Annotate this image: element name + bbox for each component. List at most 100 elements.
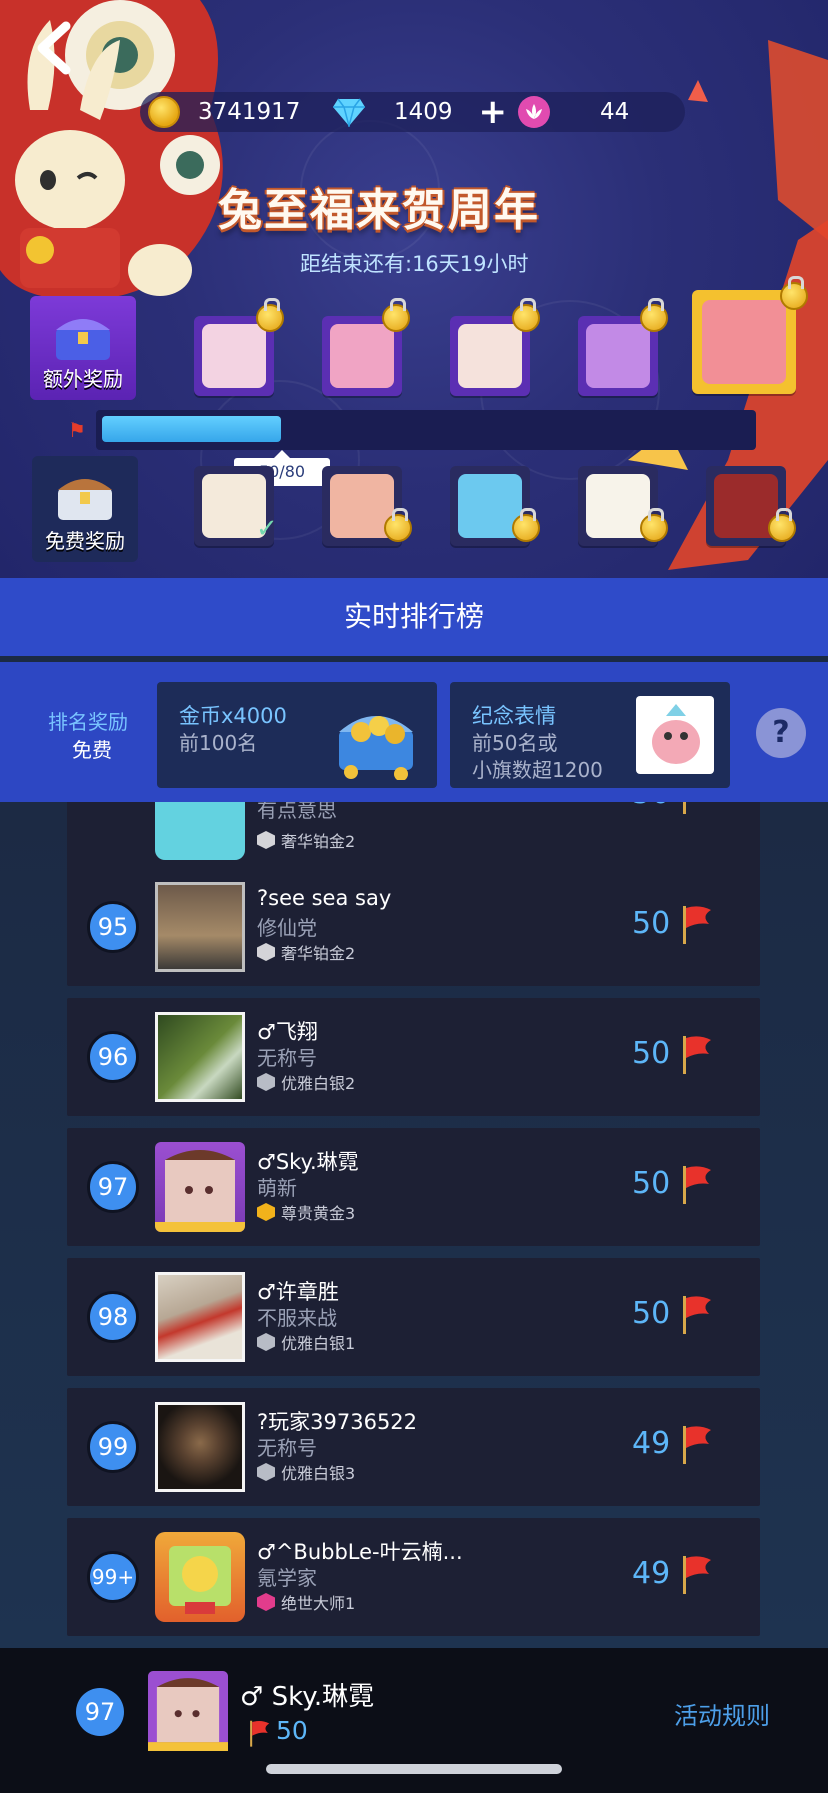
rank-badge: 97: [87, 1161, 139, 1213]
ranking-reward-label: 排名奖励: [48, 710, 128, 734]
reward-tile-5[interactable]: [692, 276, 808, 394]
reward-card-title: 金币x4000: [179, 704, 287, 728]
player-tier: 绝世大师1: [257, 1590, 355, 1614]
player-score: 50: [632, 1296, 671, 1331]
avatar: [155, 802, 245, 860]
tier-icon: [257, 831, 275, 849]
lotus-balance: 44: [518, 92, 629, 132]
my-rank-badge: 97: [76, 1688, 124, 1736]
avatar: [155, 1142, 245, 1232]
lock-icon: [384, 508, 412, 542]
reward-card-coins[interactable]: 金币x4000 前100名: [157, 682, 437, 788]
lotus-count: 44: [600, 99, 630, 125]
avatar: [155, 1532, 245, 1622]
tier-icon: [257, 1333, 275, 1351]
lock-icon: [780, 276, 808, 310]
reward-card-emote[interactable]: 纪念表情 前50名或 小旗数超1200: [450, 682, 730, 788]
rank-badge: 98: [87, 1291, 139, 1343]
tier-icon: [257, 1463, 275, 1481]
diamond-icon: [333, 98, 365, 127]
coin-balance: 3741917: [148, 92, 300, 132]
table-row[interactable]: 有点意思 奢华铂金2 50: [67, 802, 760, 874]
table-row[interactable]: 96 ♂飞翔 无称号 优雅白银2 50: [67, 998, 760, 1116]
coin-icon: [148, 96, 180, 128]
lock-icon: [512, 508, 540, 542]
free-tile-1[interactable]: ✓: [194, 466, 278, 546]
gold-chest-icon: [339, 716, 413, 780]
checkmark-icon: ✓: [256, 514, 278, 544]
emote-sticker-icon: [636, 696, 714, 774]
player-tier: 优雅白银3: [257, 1460, 355, 1484]
gem-count: 1409: [394, 99, 453, 125]
red-flag-icon: [683, 1296, 711, 1334]
free-tile-4[interactable]: [578, 466, 668, 546]
table-row[interactable]: 99 ?玩家39736522 无称号 优雅白银3 49: [67, 1388, 760, 1506]
tier-icon: [257, 1073, 275, 1091]
my-avatar: [148, 1670, 228, 1752]
red-flag-icon: [683, 1166, 711, 1204]
reward-tile-2[interactable]: [322, 298, 410, 396]
reward-tile-1[interactable]: [194, 298, 284, 396]
reward-tile-4[interactable]: [578, 298, 668, 396]
rank-badge: 99+: [87, 1551, 139, 1603]
character-portrait-icon: [458, 324, 522, 388]
player-title: 不服来战: [257, 1306, 337, 1330]
treasure-chest-icon: [56, 319, 110, 360]
avatar: [155, 882, 245, 972]
help-button[interactable]: ?: [756, 708, 806, 758]
lock-icon: [382, 298, 410, 332]
free-tile-3[interactable]: [450, 466, 540, 546]
reward-card-desc: 前100名: [179, 731, 258, 755]
frame-icon: [586, 324, 650, 388]
player-score: 49: [632, 1556, 671, 1591]
lock-icon: [512, 298, 540, 332]
table-row[interactable]: 99+ ♂^BubbLe-叶云楠... 氪学家 绝世大师1 49: [67, 1518, 760, 1636]
event-rules-link[interactable]: 活动规则: [674, 1696, 770, 1731]
add-currency-icon[interactable]: +: [479, 95, 508, 129]
player-tier: 奢华铂金2: [257, 828, 355, 852]
event-countdown: 距结束还有:16天19小时: [300, 252, 529, 276]
rank-badge: 96: [87, 1031, 139, 1083]
treasure-chest-icon: [58, 479, 112, 520]
table-row[interactable]: 95 ?see sea say 修仙党 奢华铂金2 50: [67, 868, 760, 986]
red-flag-icon: [683, 1036, 711, 1074]
player-tier: 奢华铂金2: [257, 940, 355, 964]
lock-icon: [640, 298, 668, 332]
player-name: ?see sea say: [257, 886, 392, 910]
avatar: [155, 1012, 245, 1102]
player-score: 50: [632, 906, 671, 941]
lotus-icon: [518, 96, 550, 128]
free-tile-5[interactable]: [706, 466, 796, 546]
free-tile-2[interactable]: [322, 466, 412, 546]
reward-card-desc: 前50名或 小旗数超1200: [472, 731, 603, 782]
player-title: 修仙党: [257, 916, 317, 940]
table-row[interactable]: 97 ♂Sky.琳霓 萌新 尊贵黄金3 50: [67, 1128, 760, 1246]
leaderboard-title: 实时排行榜: [0, 578, 828, 656]
tier-icon: [257, 1203, 275, 1221]
lock-icon: [640, 508, 668, 542]
rank-badge: 99: [87, 1421, 139, 1473]
free-rewards-label: 免费奖励: [45, 529, 125, 553]
red-flag-icon: [683, 802, 686, 814]
player-tier: 尊贵黄金3: [257, 1200, 355, 1224]
player-title: 萌新: [257, 1176, 297, 1200]
home-indicator[interactable]: [266, 1764, 562, 1774]
my-name: ♂ Sky.琳霓: [240, 1682, 375, 1712]
player-score: 49: [632, 1426, 671, 1461]
lock-icon: [768, 508, 796, 542]
monster-costume-icon: [702, 300, 786, 384]
player-title: 无称号: [257, 1046, 317, 1070]
event-title: 兔至福来贺周年: [218, 185, 540, 236]
reward-tile-3[interactable]: [450, 298, 540, 396]
extra-rewards-label: 额外奖励: [43, 367, 123, 391]
tier-icon: [257, 943, 275, 961]
player-score: 50: [632, 802, 670, 811]
free-rewards-chest[interactable]: 免费奖励: [32, 456, 138, 562]
player-score: 50: [632, 1166, 671, 1201]
table-row[interactable]: 98 ♂许章胜 不服来战 优雅白银1 50: [67, 1258, 760, 1376]
extra-rewards-chest[interactable]: 额外奖励: [30, 296, 136, 400]
back-arrow-icon[interactable]: [30, 18, 80, 78]
ranking-reward-free-label: 免费: [72, 738, 112, 762]
red-flag-icon: [683, 1426, 711, 1464]
red-flag-icon: [250, 1720, 270, 1747]
